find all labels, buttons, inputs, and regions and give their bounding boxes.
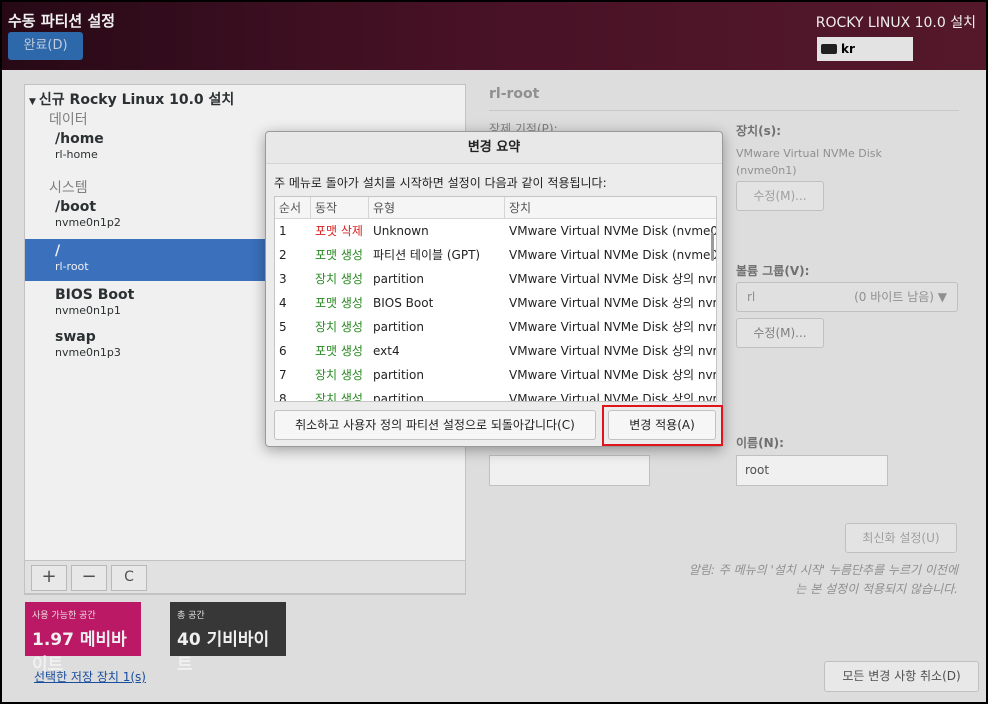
cell-order: 6 bbox=[279, 344, 287, 358]
cell-device: VMware Virtual NVMe Disk 상의 nvme0n1p1 bbox=[509, 296, 716, 310]
cell-type: partition bbox=[373, 392, 424, 402]
apply-changes-button[interactable]: 변경 적용(A) bbox=[608, 410, 716, 440]
cell-type: partition bbox=[373, 368, 424, 382]
cell-action: 포맷 생성 bbox=[315, 344, 363, 358]
column-action[interactable]: 동작 bbox=[311, 197, 369, 219]
dialog-message: 주 메뉴로 돌아가 설치를 시작하면 설정이 다음과 같이 적용됩니다: bbox=[274, 176, 607, 190]
column-device[interactable]: 장치 bbox=[505, 197, 716, 219]
table-row[interactable]: 1 포맷 삭제 Unknown VMware Virtual NVMe Disk (n… bbox=[275, 219, 716, 243]
cell-type: 파티션 테이블 (GPT) bbox=[373, 248, 481, 262]
cell-type: ext4 bbox=[373, 344, 400, 358]
cell-order: 7 bbox=[279, 368, 287, 382]
table-row[interactable]: 8 장치 생성 partition VMware Virtual NVMe Disk … bbox=[275, 387, 716, 402]
cancel-changes-button[interactable]: 취소하고 사용자 정의 파티션 설정으로 되돌아갑니다(C) bbox=[274, 410, 596, 440]
table-scrollbar[interactable] bbox=[711, 233, 714, 261]
cell-device: VMware Virtual NVMe Disk (nvme0n1) bbox=[509, 224, 716, 238]
table-row[interactable]: 5 장치 생성 partition VMware Virtual NVMe Disk … bbox=[275, 315, 716, 339]
summary-dialog: 변경 요약 주 메뉴로 돌아가 설치를 시작하면 설정이 다음과 같이 적용됩니… bbox=[265, 131, 723, 447]
cell-type: Unknown bbox=[373, 224, 429, 238]
column-type[interactable]: 유형 bbox=[369, 197, 505, 219]
cell-action: 장치 생성 bbox=[315, 368, 363, 382]
cell-device: VMware Virtual NVMe Disk 상의 nvme0n1p1 bbox=[509, 272, 716, 286]
cell-action: 포맷 생성 bbox=[315, 248, 363, 262]
cell-device: VMware Virtual NVMe Disk (nvme0n1) bbox=[509, 248, 716, 262]
cell-order: 2 bbox=[279, 248, 287, 262]
table-row[interactable]: 7 장치 생성 partition VMware Virtual NVMe Disk … bbox=[275, 363, 716, 387]
cell-type: BIOS Boot bbox=[373, 296, 434, 310]
cell-order: 8 bbox=[279, 392, 287, 402]
cell-action: 장치 생성 bbox=[315, 320, 363, 334]
cell-action: 포맷 삭제 bbox=[315, 224, 363, 238]
cell-order: 3 bbox=[279, 272, 287, 286]
cell-action: 포맷 생성 bbox=[315, 296, 363, 310]
cell-type: partition bbox=[373, 272, 424, 286]
table-header: 순서 동작 유형 장치 bbox=[275, 197, 716, 219]
table-row[interactable]: 2 포맷 생성 파티션 테이블 (GPT) VMware Virtual NVMe D… bbox=[275, 243, 716, 267]
cell-type: partition bbox=[373, 320, 424, 334]
dialog-title: 변경 요약 bbox=[266, 132, 722, 164]
cell-device: VMware Virtual NVMe Disk 상의 nvme0n1p2 bbox=[509, 344, 716, 358]
table-row[interactable]: 4 포맷 생성 BIOS Boot VMware Virtual NVMe Disk … bbox=[275, 291, 716, 315]
cell-device: VMware Virtual NVMe Disk 상의 nvme0n1p3 bbox=[509, 368, 716, 382]
cell-order: 1 bbox=[279, 224, 287, 238]
cell-device: VMware Virtual NVMe Disk 상의 nvme0n1p2 bbox=[509, 320, 716, 334]
table-row[interactable]: 6 포맷 생성 ext4 VMware Virtual NVMe Disk 상의 nv… bbox=[275, 339, 716, 363]
changes-table: 순서 동작 유형 장치 1 포맷 삭제 Unknown VMware Virtual … bbox=[274, 196, 717, 402]
cell-device: VMware Virtual NVMe Disk 상의 nvme0n1p3 bbox=[509, 392, 716, 402]
cell-action: 장치 생성 bbox=[315, 392, 363, 402]
cell-order: 5 bbox=[279, 320, 287, 334]
cell-action: 장치 생성 bbox=[315, 272, 363, 286]
column-order[interactable]: 순서 bbox=[275, 197, 311, 219]
table-body: 1 포맷 삭제 Unknown VMware Virtual NVMe Disk (n… bbox=[275, 219, 716, 402]
cell-order: 4 bbox=[279, 296, 287, 310]
table-row[interactable]: 3 장치 생성 partition VMware Virtual NVMe Disk … bbox=[275, 267, 716, 291]
